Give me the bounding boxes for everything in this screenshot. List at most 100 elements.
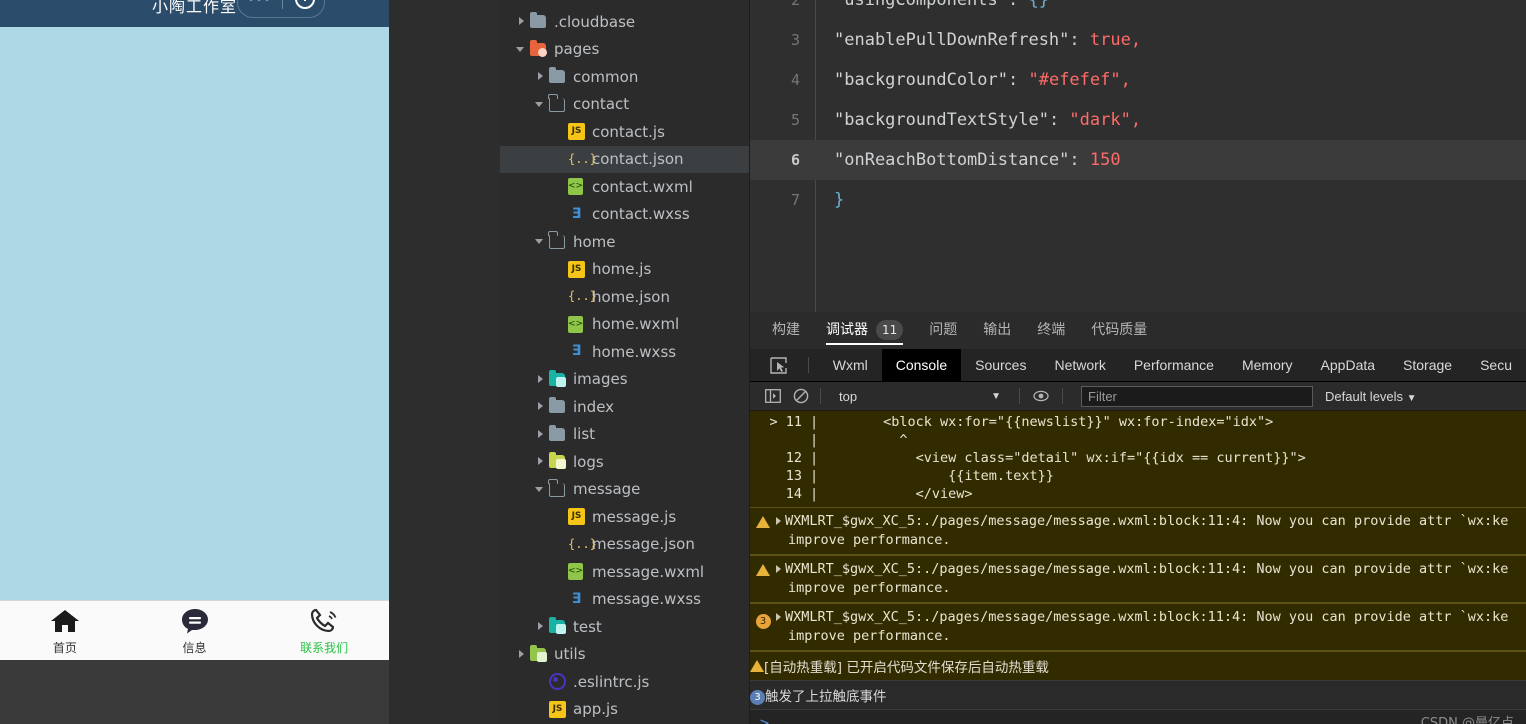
chevron-right-icon[interactable] xyxy=(535,456,546,467)
chevron-right-icon[interactable] xyxy=(535,374,546,385)
expand-triangle-icon[interactable] xyxy=(776,565,781,573)
file-tree-item[interactable]: home xyxy=(500,228,750,256)
console-panel-tab[interactable]: Sources xyxy=(961,349,1040,382)
live-expression-icon[interactable] xyxy=(1030,385,1052,407)
watermark: CSDN @曼亿点 xyxy=(1420,716,1514,724)
file-tree-item[interactable]: test xyxy=(500,613,750,641)
expand-triangle-icon[interactable] xyxy=(776,517,781,525)
console-levels-value: Default levels xyxy=(1325,388,1404,404)
file-tree-item[interactable]: message xyxy=(500,476,750,504)
tabbar-item-home[interactable]: 首页 xyxy=(0,601,130,660)
console-panel-tab[interactable]: Network xyxy=(1040,349,1119,382)
file-tree-item[interactable]: <> home.wxml xyxy=(500,311,750,339)
editor-line[interactable]: 4 "backgroundColor": "#efefef", xyxy=(750,60,1526,100)
phone-call-icon xyxy=(309,606,339,636)
file-tree-item[interactable]: Ǝhome.wxss xyxy=(500,338,750,366)
file-tree-item[interactable]: common xyxy=(500,63,750,91)
file-tree-item[interactable]: .eslintrc.js xyxy=(500,668,750,696)
devtools-tab[interactable]: 输出 xyxy=(983,312,1011,349)
file-tree-item[interactable]: <> contact.wxml xyxy=(500,173,750,201)
devtools-tab[interactable]: 构建 xyxy=(772,312,800,349)
chevron-right-icon[interactable] xyxy=(516,16,527,27)
editor-line[interactable]: 5 "backgroundTextStyle": "dark", xyxy=(750,100,1526,140)
console-levels-select[interactable]: Default levels ▼ xyxy=(1325,389,1417,404)
editor-lines[interactable]: 2 "usingComponents": {} 3 "enablePullDownRe… xyxy=(750,0,1526,220)
file-tree-item[interactable]: JS home.js xyxy=(500,256,750,284)
file-tree-item[interactable]: pages xyxy=(500,36,750,64)
console-prompt-row[interactable]: > CSDN @曼亿点 xyxy=(750,709,1526,724)
console-prompt-arrow: > xyxy=(760,713,770,724)
devtools-tab[interactable]: 调试器 11 xyxy=(826,312,904,349)
console-panel-tab[interactable]: Secu xyxy=(1466,349,1526,382)
chevron-down-icon[interactable] xyxy=(535,99,546,110)
chevron-down-icon[interactable] xyxy=(535,484,546,495)
editor-line[interactable]: 6 "onReachBottomDistance": 150 xyxy=(750,140,1526,180)
file-tree-item[interactable]: JS contact.js xyxy=(500,118,750,146)
file-tree-item[interactable]: Ǝcontact.wxss xyxy=(500,201,750,229)
editor-line[interactable]: 7} xyxy=(750,180,1526,220)
target-circle-icon[interactable] xyxy=(295,0,315,9)
chevron-right-icon[interactable] xyxy=(516,649,527,660)
panel-gap xyxy=(389,0,500,724)
file-tree-item[interactable]: {..} message.json xyxy=(500,531,750,559)
console-panel-tab[interactable]: Storage xyxy=(1389,349,1466,382)
chevron-right-icon[interactable] xyxy=(535,621,546,632)
wxml-file-icon: <> xyxy=(568,178,585,196)
clear-console-icon[interactable] xyxy=(790,385,812,407)
console-panel-tab[interactable]: Performance xyxy=(1120,349,1228,382)
file-tree-item[interactable]: utils xyxy=(500,641,750,669)
chevron-down-icon[interactable] xyxy=(516,44,527,55)
console-code-snippet: > 11 | <block wx:for="{{newslist}}" wx:fo… xyxy=(750,411,1526,507)
file-tree-item-label: home.js xyxy=(592,260,652,279)
file-tree-item[interactable]: Ǝmessage.wxss xyxy=(500,586,750,614)
console-panel-tab[interactable]: Memory xyxy=(1228,349,1307,382)
code-editor[interactable]: 2 "usingComponents": {} 3 "enablePullDownRe… xyxy=(750,0,1526,312)
console-message[interactable]: 3 WXMLRT_$gwx_XC_5:./pages/message/messag… xyxy=(750,603,1526,651)
folder-icon xyxy=(530,12,547,30)
console-panel-tab[interactable]: AppData xyxy=(1307,349,1389,382)
console-message[interactable]: WXMLRT_$gwx_XC_5:./pages/message/message… xyxy=(750,555,1526,603)
editor-line[interactable]: 3 "enablePullDownRefresh": true, xyxy=(750,20,1526,60)
ellipsis-icon[interactable] xyxy=(248,0,272,1)
chevron-right-icon[interactable] xyxy=(535,71,546,82)
capsule-button[interactable] xyxy=(237,0,325,18)
file-tree-item[interactable]: index xyxy=(500,393,750,421)
inspect-element-icon[interactable] xyxy=(766,353,792,377)
console-panel-tab[interactable]: Console xyxy=(881,348,962,382)
file-tree-item[interactable]: list xyxy=(500,421,750,449)
console-snippet-gutter: 14 xyxy=(785,486,802,502)
file-tree-item[interactable]: JS message.js xyxy=(500,503,750,531)
editor-line[interactable]: 2 "usingComponents": {} xyxy=(750,0,1526,20)
file-tree-item[interactable]: .cloudbase xyxy=(500,8,750,36)
console-message[interactable]: 3 触发了上拉触底事件 xyxy=(750,680,1526,709)
console-message-line1: WXMLRT_$gwx_XC_5:./pages/message/message… xyxy=(776,608,1526,627)
console-panel-tab[interactable]: Wxml xyxy=(819,349,882,382)
devtools-tab[interactable]: 代码质量 xyxy=(1091,312,1147,349)
devtools-tab[interactable]: 问题 xyxy=(929,312,957,349)
console-message[interactable]: [自动热重载] 已开启代码文件保存后自动热重载 xyxy=(750,651,1526,680)
console-message-text: 触发了上拉触底事件 xyxy=(765,689,887,705)
chevron-right-icon[interactable] xyxy=(535,429,546,440)
chevron-right-icon[interactable] xyxy=(535,401,546,412)
file-tree-item[interactable]: contact xyxy=(500,91,750,119)
console-sidebar-icon[interactable] xyxy=(762,385,784,407)
file-tree-item[interactable]: {..} home.json xyxy=(500,283,750,311)
console-message-list[interactable]: WXMLRT_$gwx_XC_5:./pages/message/message… xyxy=(750,507,1526,709)
console-message[interactable]: WXMLRT_$gwx_XC_5:./pages/message/message… xyxy=(750,507,1526,555)
file-tree-item[interactable]: logs xyxy=(500,448,750,476)
devtools-tab-label: 调试器 xyxy=(826,322,868,338)
console-filter-input[interactable]: Filter xyxy=(1081,385,1313,407)
console-context-select[interactable]: top ▼ xyxy=(839,389,1009,404)
file-tree-item[interactable]: JS app.js xyxy=(500,696,750,724)
tabbar-item-message[interactable]: 信息 xyxy=(130,601,260,660)
devtools-tab[interactable]: 终端 xyxy=(1037,312,1065,349)
file-tree-item[interactable]: {..} contact.json xyxy=(500,145,750,173)
file-tree-item[interactable]: <> message.wxml xyxy=(500,558,750,586)
file-tree-item[interactable]: images xyxy=(500,366,750,394)
tabbar-item-contact[interactable]: 联系我们 xyxy=(259,601,389,660)
expand-triangle-icon[interactable] xyxy=(776,613,781,621)
chevron-down-icon[interactable] xyxy=(535,236,546,247)
console-output[interactable]: > 11 | <block wx:for="{{newslist}}" wx:fo… xyxy=(750,411,1526,724)
